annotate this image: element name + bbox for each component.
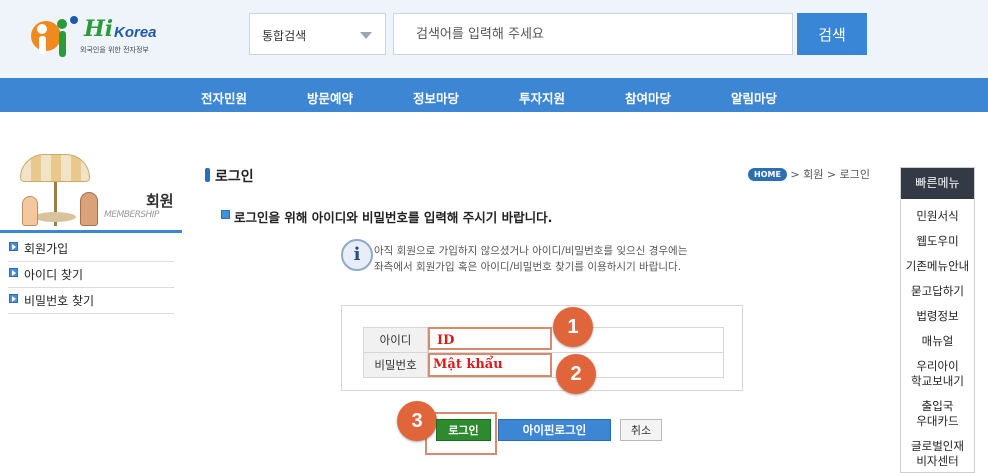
logo-emblem-icon (31, 16, 78, 57)
sidebar-item-label: 비밀번호 찾기 (24, 294, 95, 308)
breadcrumb-home[interactable]: HOME (748, 168, 787, 181)
annotation-badge-2: 2 (556, 354, 596, 394)
quick-menu-item[interactable]: 글로벌인재 비자센터 (901, 439, 974, 469)
sidebar-item-signup[interactable]: 회원가입 (8, 236, 174, 262)
cancel-button[interactable]: 취소 (620, 419, 662, 441)
sidebar-subtitle: MEMBERSHIP (104, 210, 159, 220)
annotation-label-id: ID (437, 333, 455, 348)
login-button[interactable]: 로그인 (436, 419, 491, 441)
breadcrumb: HOME > 회원 > 로그인 (748, 166, 870, 182)
nav-item-investment[interactable]: 투자지원 (519, 88, 565, 107)
info-text: 아직 회원으로 가입하지 않으셨거나 아이디/비밀번호를 잊으신 경우에는 좌측… (374, 243, 687, 275)
info-icon: i (341, 239, 373, 271)
search-input[interactable] (393, 13, 793, 55)
person-illustration (80, 192, 98, 226)
nav-item-notice[interactable]: 알림마당 (731, 88, 777, 107)
person-illustration (22, 196, 38, 226)
sidebar-item-find-id[interactable]: 아이디 찾기 (8, 262, 174, 288)
info-line: 아직 회원으로 가입하지 않으셨거나 아이디/비밀번호를 잊으신 경우에는 (374, 245, 688, 257)
membership-banner: 회원 MEMBERSHIP (0, 150, 182, 234)
bullet-arrow-icon (9, 294, 18, 303)
search-button[interactable]: 검색 (797, 13, 867, 55)
sidebar-item-label: 아이디 찾기 (24, 268, 84, 282)
search-scope-value: 통합검색 (262, 29, 307, 43)
logo-text-korea: Korea (114, 24, 157, 41)
chevron-down-icon (360, 32, 372, 39)
quick-menu-item[interactable]: 매뉴얼 (901, 334, 974, 349)
nav-item-participation[interactable]: 참여마당 (625, 88, 671, 107)
logo-text: Hi (84, 16, 114, 42)
password-label: 비밀번호 (363, 352, 428, 378)
ipin-login-button[interactable]: 아이핀로그인 (498, 419, 611, 441)
quick-menu-item[interactable]: 기존메뉴안내 (901, 259, 974, 274)
logo-tagline: 외국인을 위한 전자정부 (80, 46, 149, 54)
nav-item-visit-reservation[interactable]: 방문예약 (307, 88, 353, 107)
annotation-label-password: Mật khẩu (433, 357, 503, 372)
quick-menu-item[interactable]: 우리아이 학교보내기 (901, 359, 974, 389)
nav-item-civil-service[interactable]: 전자민원 (201, 88, 247, 107)
login-instruction: 로그인을 위해 아이디와 비밀번호를 입력해 주시기 바랍니다. (221, 207, 552, 226)
search-scope-select[interactable]: 통합검색 (249, 13, 386, 55)
hikorea-logo[interactable]: Hi Korea 외국인을 위한 전자정부 (28, 14, 168, 60)
quick-menu-item[interactable]: 민원서식 (901, 209, 974, 224)
nav-item-information[interactable]: 정보마당 (413, 88, 459, 107)
quick-menu-item[interactable]: 출입국 우대카드 (901, 399, 974, 429)
quick-menu-item[interactable]: 법령정보 (901, 309, 974, 324)
quick-menu-item[interactable]: 웹도우미 (901, 234, 974, 249)
sidebar-item-find-password[interactable]: 비밀번호 찾기 (8, 288, 174, 314)
divider (0, 230, 182, 233)
header: Hi Korea 외국인을 위한 전자정부 통합검색 검색 (0, 0, 988, 78)
umbrella-illustration (20, 154, 90, 182)
instruction-text: 로그인을 위해 아이디와 비밀번호를 입력해 주시기 바랍니다. (234, 210, 553, 225)
sidebar-menu: 회원가입 아이디 찾기 비밀번호 찾기 (8, 236, 174, 314)
sidebar-title: 회원 (146, 192, 174, 210)
table-illustration (34, 212, 76, 222)
quick-menu-title: 빠른메뉴 (901, 168, 974, 199)
info-line: 좌측에서 회원가입 혹은 아이디/비밀번호 찾기를 이용하시기 바랍니다. (374, 261, 682, 273)
quick-menu: 빠른메뉴 민원서식 웹도우미 기존메뉴안내 묻고답하기 법령정보 매뉴얼 우리아… (900, 167, 975, 473)
main-nav: 전자민원 방문예약 정보마당 투자지원 참여마당 알림마당 (0, 78, 988, 112)
sidebar-item-label: 회원가입 (24, 242, 69, 256)
annotation-badge-3: 3 (397, 401, 437, 441)
bullet-arrow-icon (9, 268, 18, 277)
quick-menu-item[interactable]: 묻고답하기 (901, 284, 974, 299)
page-title: 로그인 (205, 166, 254, 186)
id-label: 아이디 (363, 327, 428, 353)
breadcrumb-path: > 회원 > 로그인 (786, 168, 870, 181)
bullet-arrow-icon (9, 242, 18, 251)
annotation-badge-1: 1 (553, 307, 593, 347)
bullet-arrow-icon (221, 210, 230, 219)
